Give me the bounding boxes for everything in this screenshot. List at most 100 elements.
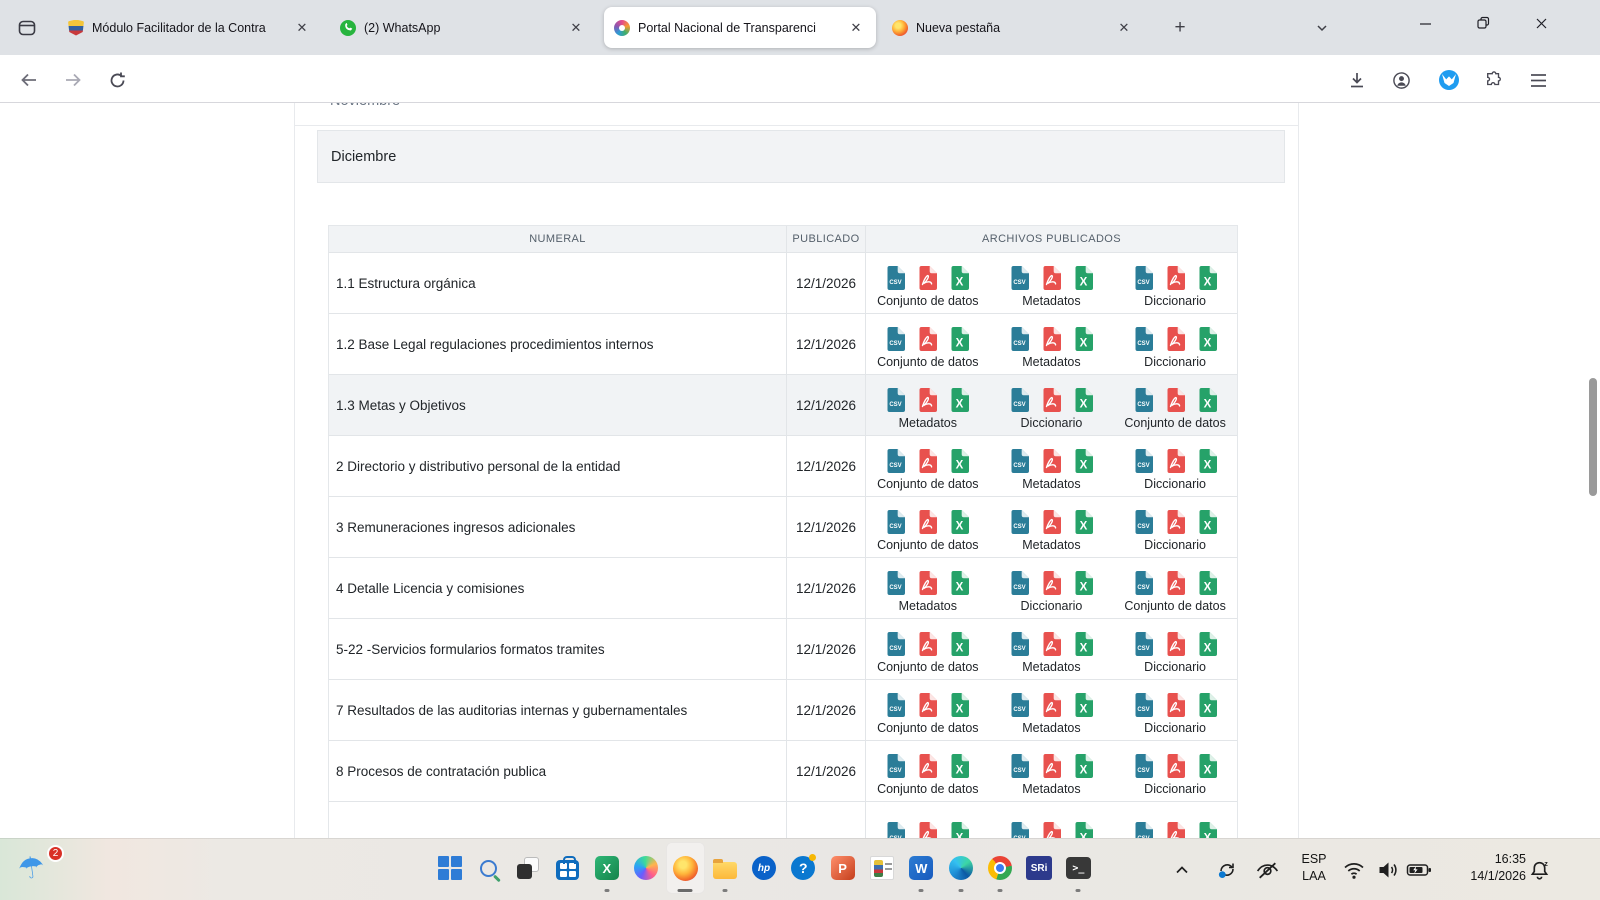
xls-file-icon[interactable]: X <box>1073 631 1094 657</box>
pdf-file-icon[interactable] <box>917 570 938 596</box>
firefox-view-button[interactable] <box>12 13 42 43</box>
csv-file-icon[interactable]: CSV <box>1009 387 1030 413</box>
tab-close-icon[interactable]: ✕ <box>292 18 312 38</box>
xls-file-icon[interactable]: X <box>1197 265 1218 291</box>
pdf-file-icon[interactable] <box>1165 821 1186 839</box>
reload-button[interactable] <box>102 65 132 95</box>
pdf-file-icon[interactable] <box>917 821 938 839</box>
xls-file-icon[interactable]: X <box>1197 821 1218 839</box>
taskbar-app-terminal[interactable]: >_ <box>1059 842 1098 894</box>
pdf-file-icon[interactable] <box>1165 753 1186 779</box>
csv-file-icon[interactable]: CSV <box>1133 265 1154 291</box>
pdf-file-icon[interactable] <box>1041 631 1062 657</box>
taskbar-app-word[interactable]: W <box>902 842 941 894</box>
csv-file-icon[interactable]: CSV <box>1009 448 1030 474</box>
taskbar-app-hp[interactable]: hp <box>744 842 783 894</box>
csv-file-icon[interactable]: CSV <box>1133 448 1154 474</box>
xls-file-icon[interactable]: X <box>1197 570 1218 596</box>
xls-file-icon[interactable]: X <box>1197 448 1218 474</box>
pdf-file-icon[interactable] <box>1041 821 1062 839</box>
pdf-file-icon[interactable] <box>1041 509 1062 535</box>
csv-file-icon[interactable]: CSV <box>885 265 906 291</box>
xls-file-icon[interactable]: X <box>949 265 970 291</box>
downloads-button[interactable] <box>1343 66 1371 94</box>
xls-file-icon[interactable]: X <box>1073 692 1094 718</box>
xls-file-icon[interactable]: X <box>1197 692 1218 718</box>
menu-button[interactable] <box>1524 66 1552 94</box>
pdf-file-icon[interactable] <box>1041 387 1062 413</box>
pdf-file-icon[interactable] <box>1165 448 1186 474</box>
account-button[interactable] <box>1387 66 1415 94</box>
list-all-tabs-button[interactable] <box>1306 12 1338 44</box>
clock[interactable]: 16:35 14/1/2026 <box>1438 851 1526 885</box>
csv-file-icon[interactable]: CSV <box>1133 753 1154 779</box>
notifications-button[interactable]: z <box>1524 855 1554 885</box>
taskbar-app-chrome[interactable] <box>980 842 1019 894</box>
privacy-eye-button[interactable] <box>1252 855 1282 885</box>
xls-file-icon[interactable]: X <box>1073 265 1094 291</box>
xls-file-icon[interactable]: X <box>1197 753 1218 779</box>
xls-file-icon[interactable]: X <box>1073 387 1094 413</box>
extensions-button[interactable] <box>1480 66 1508 94</box>
battery-button[interactable] <box>1404 858 1434 882</box>
back-button[interactable] <box>14 65 44 95</box>
pdf-file-icon[interactable] <box>917 387 938 413</box>
pdf-file-icon[interactable] <box>917 631 938 657</box>
volume-button[interactable] <box>1374 857 1402 883</box>
tab-portal-transparencia[interactable]: Portal Nacional de Transparenci ✕ <box>604 7 876 48</box>
pdf-file-icon[interactable] <box>1165 570 1186 596</box>
xls-file-icon[interactable]: X <box>1073 753 1094 779</box>
tab-close-icon[interactable]: ✕ <box>566 18 586 38</box>
csv-file-icon[interactable]: CSV <box>885 692 906 718</box>
csv-file-icon[interactable]: CSV <box>1009 265 1030 291</box>
xls-file-icon[interactable]: X <box>1073 448 1094 474</box>
pdf-file-icon[interactable] <box>1041 448 1062 474</box>
pdf-file-icon[interactable] <box>1165 631 1186 657</box>
new-tab-button[interactable]: + <box>1164 12 1196 44</box>
csv-file-icon[interactable]: CSV <box>1133 692 1154 718</box>
tab-close-icon[interactable]: ✕ <box>846 18 866 38</box>
csv-file-icon[interactable]: CSV <box>1009 509 1030 535</box>
close-window-button[interactable] <box>1518 0 1564 46</box>
pdf-file-icon[interactable] <box>1165 265 1186 291</box>
xls-file-icon[interactable]: X <box>1197 326 1218 352</box>
csv-file-icon[interactable]: CSV <box>885 509 906 535</box>
taskbar-app-powerpoint[interactable]: P <box>823 842 862 894</box>
csv-file-icon[interactable]: CSV <box>885 326 906 352</box>
csv-file-icon[interactable]: CSV <box>1133 326 1154 352</box>
xls-file-icon[interactable]: X <box>1197 387 1218 413</box>
xls-file-icon[interactable]: X <box>1073 821 1094 839</box>
taskbar-app-excel[interactable]: X <box>587 842 626 894</box>
pdf-file-icon[interactable] <box>1165 509 1186 535</box>
csv-file-icon[interactable]: CSV <box>1133 509 1154 535</box>
accordion-item-noviembre[interactable]: Noviembre <box>330 103 400 112</box>
csv-file-icon[interactable]: CSV <box>1009 326 1030 352</box>
csv-file-icon[interactable]: CSV <box>1009 692 1030 718</box>
wifi-button[interactable] <box>1340 857 1368 883</box>
csv-file-icon[interactable]: CSV <box>1133 387 1154 413</box>
pdf-file-icon[interactable] <box>1165 692 1186 718</box>
taskbar-app-sri[interactable]: SRi <box>1019 842 1058 894</box>
csv-file-icon[interactable]: CSV <box>1133 821 1154 839</box>
pdf-file-icon[interactable] <box>1041 692 1062 718</box>
pdf-file-icon[interactable] <box>917 265 938 291</box>
xls-file-icon[interactable]: X <box>949 448 970 474</box>
xls-file-icon[interactable]: X <box>949 387 970 413</box>
xls-file-icon[interactable]: X <box>949 753 970 779</box>
taskbar-app-store[interactable] <box>548 842 587 894</box>
tab-nueva-pestana[interactable]: Nueva pestaña ✕ <box>882 7 1144 48</box>
weather-widget[interactable]: ☂ 2 <box>18 848 62 892</box>
page-scrollbar-thumb[interactable] <box>1589 378 1597 496</box>
xls-file-icon[interactable]: X <box>1073 509 1094 535</box>
pdf-file-icon[interactable] <box>1041 570 1062 596</box>
taskbar-app-edge[interactable] <box>941 842 980 894</box>
csv-file-icon[interactable]: CSV <box>885 753 906 779</box>
pdf-file-icon[interactable] <box>917 692 938 718</box>
csv-file-icon[interactable]: CSV <box>885 631 906 657</box>
csv-file-icon[interactable]: CSV <box>1133 570 1154 596</box>
tab-modulo-facilitador[interactable]: Módulo Facilitador de la Contra ✕ <box>58 7 322 48</box>
csv-file-icon[interactable]: CSV <box>885 387 906 413</box>
pdf-file-icon[interactable] <box>1041 326 1062 352</box>
csv-file-icon[interactable]: CSV <box>885 448 906 474</box>
language-indicator[interactable]: ESP LAA <box>1292 851 1336 885</box>
